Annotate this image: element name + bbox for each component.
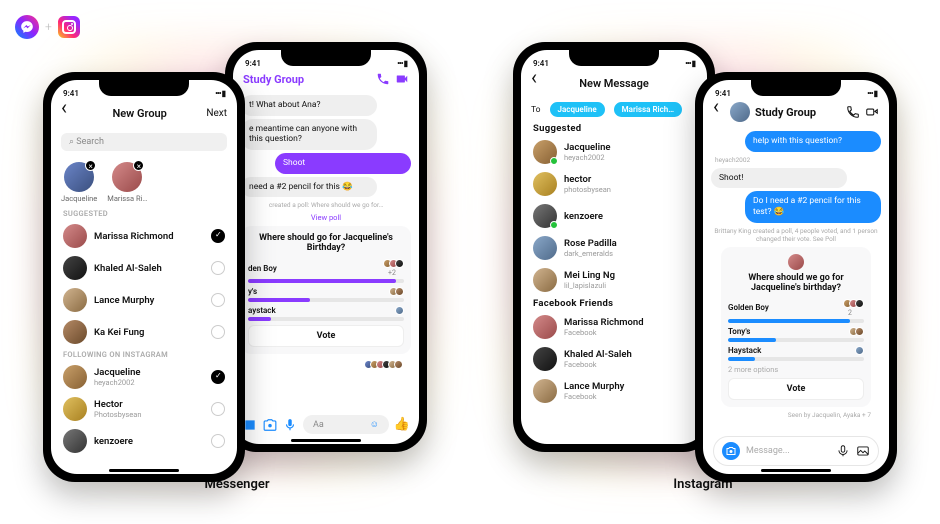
selected-chip[interactable]: ×Jacqueline — [61, 162, 97, 203]
poll-system-msg: created a poll: Where should we go for… — [241, 201, 411, 209]
poll-card[interactable]: Where should we go for Jacqueline's birt… — [721, 247, 871, 407]
contact-row[interactable]: kenzoere — [521, 200, 707, 232]
camera-icon[interactable] — [263, 418, 277, 432]
contact-row[interactable]: Lance Murphy — [51, 284, 237, 316]
back-button[interactable] — [531, 78, 543, 89]
status-icons: ••• ▮ — [397, 59, 407, 68]
checkbox-icon[interactable] — [211, 261, 225, 275]
poll-option-label: aystack — [248, 306, 276, 315]
message-input[interactable]: Message... — [746, 446, 830, 456]
poll-system-msg: Brittany King created a poll, 4 people v… — [711, 227, 881, 243]
sent-message[interactable]: help with this question? — [745, 131, 881, 152]
poll-option-label: Haystack — [728, 346, 761, 355]
section-header: Facebook Friends — [521, 296, 707, 311]
incoming-message[interactable]: need a #2 pencil for this 😂 — [241, 177, 377, 198]
message-input-bar: Aa☺ — [233, 411, 419, 438]
incoming-message[interactable]: t! What about Ana? — [241, 95, 377, 116]
message-input[interactable]: Aa☺ — [303, 415, 389, 434]
contact-row[interactable]: Marissa Richmond — [51, 220, 237, 252]
vote-button[interactable]: Vote — [728, 378, 864, 400]
to-field[interactable]: To Jacqueline Marissa Rich… — [521, 98, 707, 121]
call-icon[interactable] — [376, 72, 390, 86]
status-icons: ••• ▮ — [867, 89, 877, 98]
poll-option-label: den Boy — [248, 264, 277, 273]
poll-question: Where should go for Jacqueline's Birthda… — [248, 233, 404, 253]
contact-row[interactable]: Mei Ling Nglil_lapislazuli — [521, 264, 707, 296]
plus-separator: + — [45, 20, 52, 34]
back-button[interactable] — [713, 107, 725, 118]
sender-handle: heyach2002 — [715, 156, 881, 164]
checkbox-icon[interactable] — [211, 434, 225, 448]
poll-card[interactable]: Where should go for Jacqueline's Birthda… — [241, 226, 411, 354]
instagram-chat-phone: 9:41••• ▮ Study Group help with this que… — [695, 72, 897, 482]
page-title: New Group — [73, 107, 206, 120]
contact-row[interactable]: Rose Padilladark_emeralds — [521, 232, 707, 264]
messenger-chat-phone: 9:41 ••• ▮ Study Group t! What about Ana?… — [225, 42, 427, 452]
checkbox-icon[interactable] — [211, 325, 225, 339]
messenger-newgroup-phone: 9:41••• ▮ New Group Next ⌕ Search ×Jacqu… — [43, 72, 245, 482]
chat-title: Study Group — [243, 73, 304, 86]
instagram-newmessage-phone: 9:41••• ▮ New Message To Jacqueline Mari… — [513, 42, 715, 452]
sent-message[interactable]: Shoot — [275, 153, 411, 174]
chat-title: Study Group — [755, 106, 816, 119]
mic-icon[interactable] — [836, 444, 850, 458]
recipient-pill[interactable]: Jacqueline — [550, 102, 605, 117]
video-icon[interactable] — [395, 72, 409, 86]
status-icons: ••• ▮ — [215, 89, 225, 98]
more-options[interactable]: 2 more options — [728, 365, 864, 374]
camera-icon[interactable] — [722, 442, 740, 460]
like-icon[interactable] — [395, 418, 409, 432]
incoming-message[interactable]: Shoot! — [711, 168, 847, 189]
contact-row[interactable]: Jacquelineheyach2002 — [521, 136, 707, 168]
checkbox-icon[interactable] — [211, 293, 225, 307]
next-button[interactable]: Next — [206, 108, 227, 119]
contact-row[interactable]: hectorphotosbysean — [521, 168, 707, 200]
contact-row[interactable]: Khaled Al-SalehFacebook — [521, 343, 707, 375]
call-icon[interactable] — [846, 105, 860, 119]
back-button[interactable] — [61, 108, 73, 119]
poll-option-label: Tony's — [728, 327, 750, 336]
contact-row[interactable]: Ka Kei Fung — [51, 316, 237, 348]
messenger-phone-pair: Messenger 9:41••• ▮ Study Group t! What … — [47, 48, 427, 468]
contact-row[interactable]: Khaled Al-Saleh — [51, 252, 237, 284]
checkbox-icon[interactable] — [211, 402, 225, 416]
poll-option-label: Golden Boy — [728, 303, 769, 312]
section-header: Following on Instagram — [51, 348, 237, 361]
message-input-bar: Message... — [713, 436, 879, 466]
seen-text: Seen by Jacquelin, Ayaka + 7 — [711, 411, 881, 419]
checkbox-icon[interactable] — [211, 229, 225, 243]
video-icon[interactable] — [865, 105, 879, 119]
remove-icon[interactable]: × — [85, 160, 96, 171]
page-title: New Message — [543, 77, 685, 90]
emoji-icon[interactable]: ☺ — [370, 419, 379, 430]
section-header: Suggested — [51, 207, 237, 220]
contact-row[interactable]: Lance MurphyFacebook — [521, 375, 707, 407]
view-poll-link[interactable]: View poll — [241, 213, 411, 222]
remove-icon[interactable]: × — [133, 160, 144, 171]
status-icons: ••• ▮ — [685, 59, 695, 68]
selected-chip[interactable]: ×Marissa Ri… — [107, 162, 147, 203]
search-input[interactable]: ⌕ Search — [61, 133, 227, 151]
section-header: Suggested — [521, 121, 707, 136]
instagram-phone-pair: Instagram 9:41••• ▮ New Message To Jacqu… — [513, 48, 893, 468]
recipient-pill[interactable]: Marissa Rich… — [614, 102, 682, 117]
gallery-icon[interactable] — [243, 418, 257, 432]
instagram-logo — [58, 16, 80, 38]
avatar — [730, 102, 750, 122]
incoming-message[interactable]: e meantime can anyone with this question… — [241, 119, 377, 150]
contact-row[interactable]: HectorPhotosbysean — [51, 393, 237, 425]
vote-button[interactable]: Vote — [248, 325, 404, 347]
contact-row[interactable]: Jacquelineheyach2002 — [51, 361, 237, 393]
poll-option-label: y's — [248, 287, 257, 296]
sent-message[interactable]: Do I need a #2 pencil for this test? 😂 — [745, 191, 881, 222]
contact-row[interactable]: kenzoere — [51, 425, 237, 457]
read-receipts — [241, 358, 411, 371]
poll-question: Where should we go for Jacqueline's birt… — [728, 273, 864, 293]
gallery-icon[interactable] — [856, 444, 870, 458]
mic-icon[interactable] — [283, 418, 297, 432]
messenger-logo — [15, 15, 39, 39]
contact-row[interactable]: Marissa RichmondFacebook — [521, 311, 707, 343]
checkbox-icon[interactable] — [211, 370, 225, 384]
status-time: 9:41 — [245, 59, 261, 68]
